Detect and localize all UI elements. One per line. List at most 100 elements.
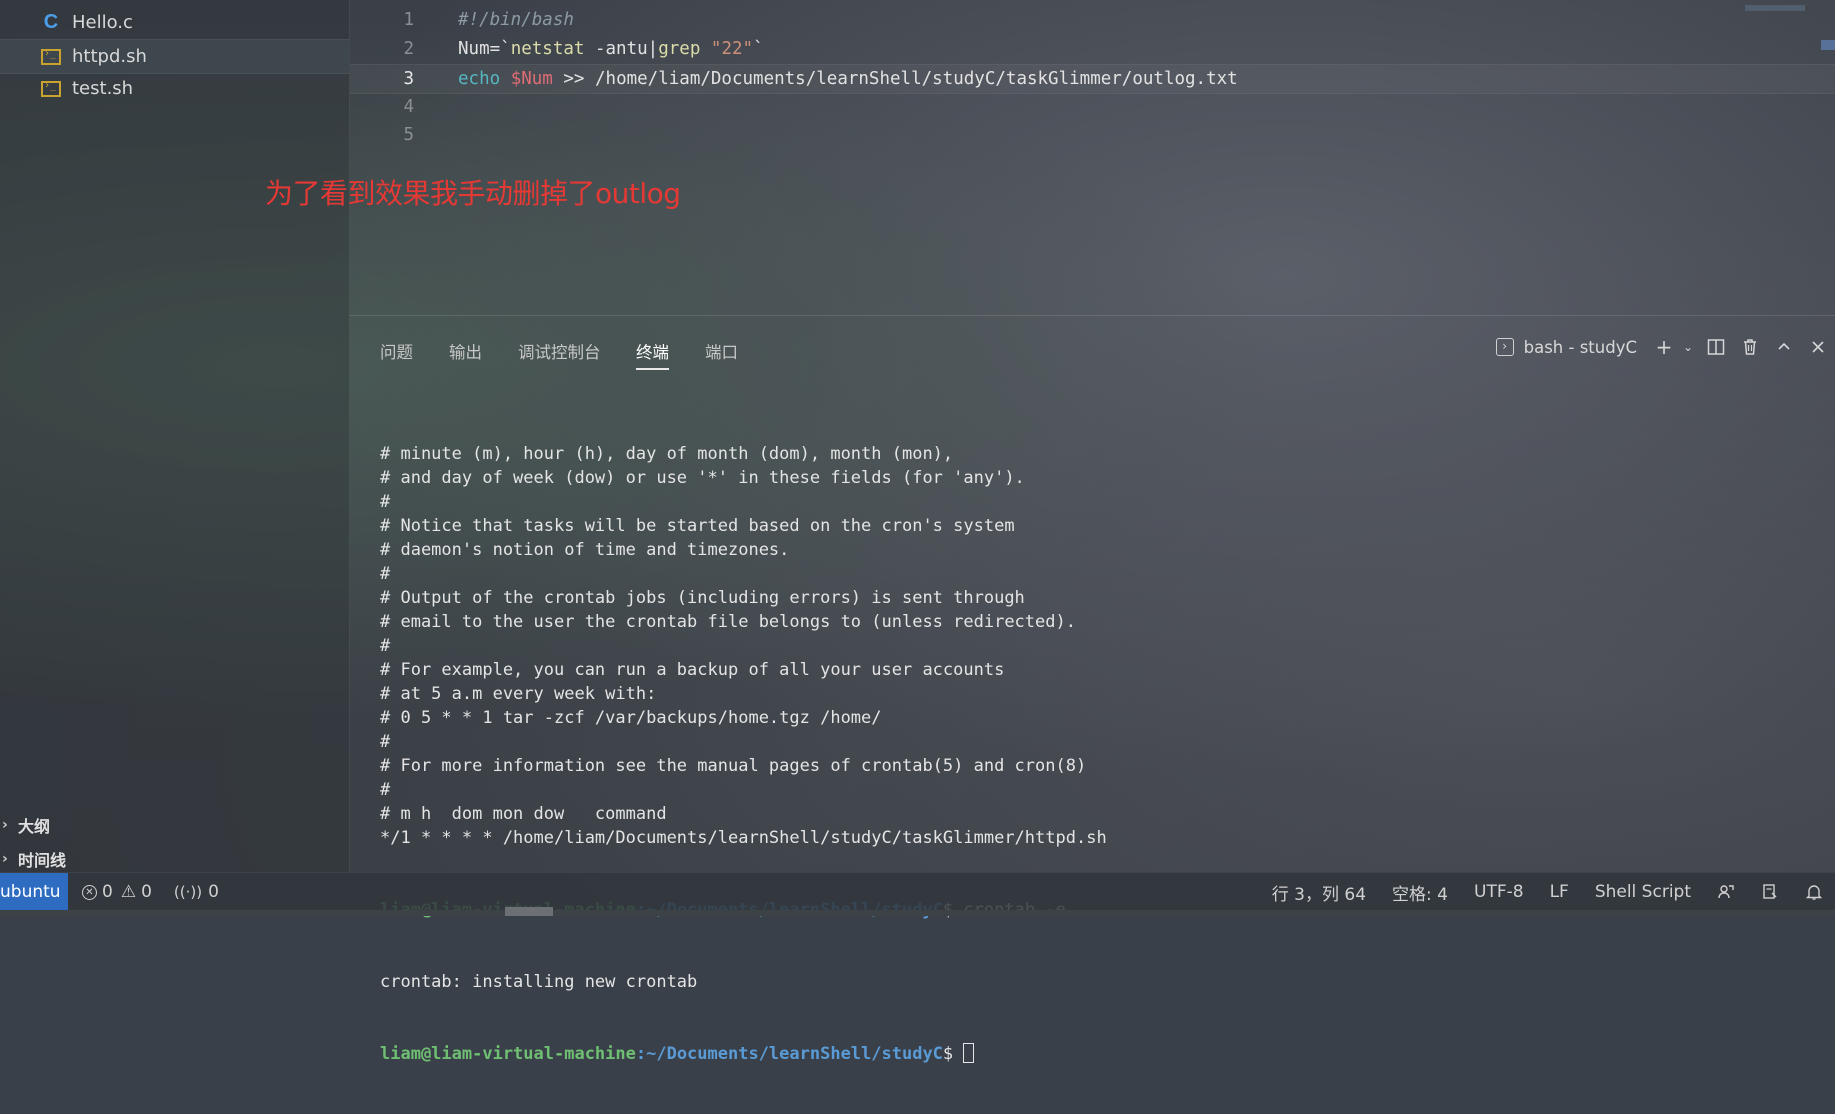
close-panel-icon[interactable] (1801, 332, 1835, 362)
file-item-test-sh[interactable]: test.sh (0, 72, 349, 105)
timeline-label: 时间线 (18, 851, 67, 870)
warning-icon: ⚠ (120, 882, 137, 902)
feedback-icon[interactable] (1717, 873, 1735, 911)
terminal-line: # and day of week (dow) or use '*' in th… (380, 468, 1025, 488)
file-name: httpd.sh (72, 46, 147, 67)
tab-debug-console[interactable]: 调试控制台 (518, 334, 601, 368)
terminal-selector[interactable]: › bash - studyC (1495, 337, 1637, 357)
error-count: 0 (102, 882, 113, 902)
outline-section[interactable]: › 大纲 (0, 812, 50, 838)
split-terminal-icon[interactable] (1699, 332, 1733, 362)
terminal-line: # 0 5 * * 1 tar -zcf /var/backups/home.t… (380, 708, 882, 728)
chevron-right-icon: › (2, 851, 8, 867)
new-terminal-plus-icon[interactable]: + (1651, 332, 1677, 362)
ports-count: 0 (208, 882, 219, 902)
minimap[interactable] (1745, 5, 1805, 11)
line-number: 2 (403, 39, 414, 59)
terminal-line: # m h dom mon dow command (380, 804, 667, 824)
notifications-bell-icon[interactable] (1805, 873, 1823, 911)
code-token: netstat (510, 39, 585, 59)
tab-terminal[interactable]: 终端 (636, 334, 669, 370)
code-token: $Num (510, 69, 553, 89)
code-line[interactable]: 4 (350, 93, 1835, 121)
code-line[interactable]: 3 echo $Num >> /home/liam/Documents/learn… (350, 64, 1835, 94)
terminal-line: # (380, 732, 391, 752)
problems-indicator[interactable]: ✕ 0 ⚠ 0 (82, 873, 152, 911)
remote-label: ubuntu (0, 882, 61, 902)
code-token: -antu| (584, 39, 659, 59)
code-token: ` (753, 39, 764, 59)
code-token: >> /home/liam/Documents/learnShell/study… (552, 69, 1238, 89)
cursor-position[interactable]: 行 3，列 64 (1272, 873, 1366, 911)
code-token: "22" (700, 39, 754, 59)
terminal-line: # Output of the crontab jobs (including … (380, 588, 1025, 608)
c-file-icon: C (43, 11, 59, 33)
code-line[interactable]: 5 (350, 121, 1835, 149)
indentation[interactable]: 空格: 4 (1392, 873, 1448, 911)
trash-icon[interactable] (1733, 332, 1767, 362)
editor-scrollbar-marker[interactable] (1821, 40, 1835, 50)
terminal-line: # minute (m), hour (h), day of month (do… (380, 444, 954, 464)
language-mode[interactable]: Shell Script (1595, 873, 1691, 911)
terminal-line: # email to the user the crontab file bel… (380, 612, 1076, 632)
explorer-sidebar: C Hello.c httpd.sh test.sh › 大纲 › 时间线 (0, 0, 350, 872)
line-number: 5 (403, 125, 414, 145)
status-bar: ubuntu ✕ 0 ⚠ 0 ((·)) 0 行 3，列 64 空格: 4 UT… (0, 872, 1835, 911)
shell-file-icon (40, 47, 62, 67)
terminal-line: # daemon's notion of time and timezones. (380, 540, 790, 560)
horizontal-scrollbar (0, 910, 1835, 916)
terminal-line: # For example, you can run a backup of a… (380, 660, 1005, 680)
prompt-path: :~/Documents/learnShell/studyC (635, 1044, 943, 1064)
file-item-hello-c[interactable]: C Hello.c (0, 6, 349, 39)
terminal-line: # (380, 564, 391, 584)
terminal-line: */1 * * * * /home/liam/Documents/learnSh… (380, 828, 1107, 848)
scrollbar-thumb[interactable] (505, 907, 553, 916)
ports-indicator[interactable]: ((·)) 0 (174, 873, 219, 911)
code-token: grep (658, 39, 701, 59)
tab-output[interactable]: 输出 (449, 334, 482, 368)
code-token: Num=` (458, 39, 511, 59)
line-number: 4 (403, 97, 414, 117)
copilot-icon[interactable] (1761, 873, 1779, 911)
terminal-line: # For more information see the manual pa… (380, 756, 1087, 776)
terminal-output[interactable]: # minute (m), hour (h), day of month (do… (380, 394, 1820, 1114)
terminal-line: # (380, 492, 391, 512)
file-name: test.sh (72, 78, 134, 99)
timeline-section[interactable]: › 时间线 (0, 846, 66, 872)
terminal-cursor (963, 1043, 975, 1063)
red-annotation-text: 为了看到效果我手动删掉了outlog (265, 177, 681, 210)
remote-indicator[interactable]: ubuntu (0, 873, 68, 911)
file-item-httpd-sh[interactable]: httpd.sh (0, 39, 349, 74)
code-line[interactable]: 1 #!/bin/bash (350, 6, 1835, 34)
maximize-panel-chevron-up-icon[interactable] (1767, 332, 1801, 362)
line-number: 3 (403, 69, 414, 89)
terminal-icon: › (1495, 338, 1514, 356)
terminal-line: # at 5 a.m every week with: (380, 684, 657, 704)
prompt-user: liam@liam-virtual-machine (380, 1044, 636, 1064)
terminal-line: # (380, 636, 391, 656)
code-token: echo (458, 69, 501, 89)
encoding[interactable]: UTF-8 (1474, 873, 1524, 911)
line-number: 1 (403, 10, 414, 30)
error-icon: ✕ (82, 884, 97, 900)
end-of-line[interactable]: LF (1550, 873, 1569, 911)
code-line[interactable]: 2 Num=` netstat -antu| grep "22" ` (350, 35, 1835, 63)
shell-file-icon (40, 79, 62, 99)
bottom-panel: 问题 输出 调试控制台 终端 端口 › bash - studyC + ⌄ # … (350, 315, 1835, 1064)
code-token: #!/bin/bash (458, 10, 574, 30)
terminal-controls: › bash - studyC + ⌄ (1495, 330, 1835, 364)
chevron-right-icon: › (2, 817, 8, 833)
code-editor[interactable]: 1 #!/bin/bash 2 Num=` netstat -antu| grep "22… (350, 0, 1835, 315)
terminal-prompt-line: liam@liam-virtual-machine:~/Documents/le… (380, 1042, 1820, 1066)
prompt-symbol: $ (942, 1044, 964, 1064)
file-name: Hello.c (72, 12, 133, 33)
chevron-down-icon[interactable]: ⌄ (1677, 332, 1699, 362)
terminal-output-line: crontab: installing new crontab (380, 972, 698, 992)
terminal-name: bash - studyC (1523, 337, 1637, 357)
terminal-line: # Notice that tasks will be started base… (380, 516, 1015, 536)
terminal-line: # (380, 780, 391, 800)
outline-label: 大纲 (18, 817, 51, 836)
tab-ports[interactable]: 端口 (705, 334, 738, 368)
tab-problems[interactable]: 问题 (380, 334, 413, 368)
